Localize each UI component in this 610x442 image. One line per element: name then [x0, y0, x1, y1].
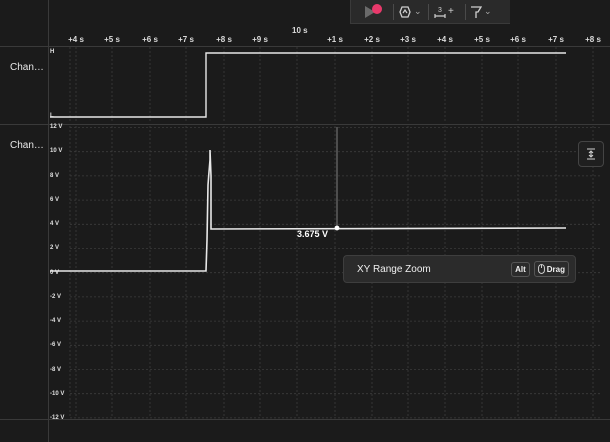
analog-trace — [50, 149, 567, 272]
measurement-value: 3.675 V — [297, 229, 329, 239]
tooltip-title: XY Range Zoom — [357, 263, 431, 275]
drag-key-label: Drag — [546, 264, 565, 274]
plot-grid — [69, 47, 600, 419]
waveform-plot[interactable] — [0, 0, 610, 442]
measurement-point — [334, 225, 340, 231]
mouse-icon — [537, 264, 545, 274]
xy-range-zoom-tooltip: XY Range Zoom Alt Drag — [343, 255, 576, 283]
digital-trace — [50, 52, 566, 118]
alt-key-hint: Alt — [511, 261, 530, 277]
drag-key-hint: Drag — [533, 261, 569, 277]
fit-vertical-button[interactable] — [578, 141, 604, 167]
fit-vertical-icon — [587, 148, 595, 160]
